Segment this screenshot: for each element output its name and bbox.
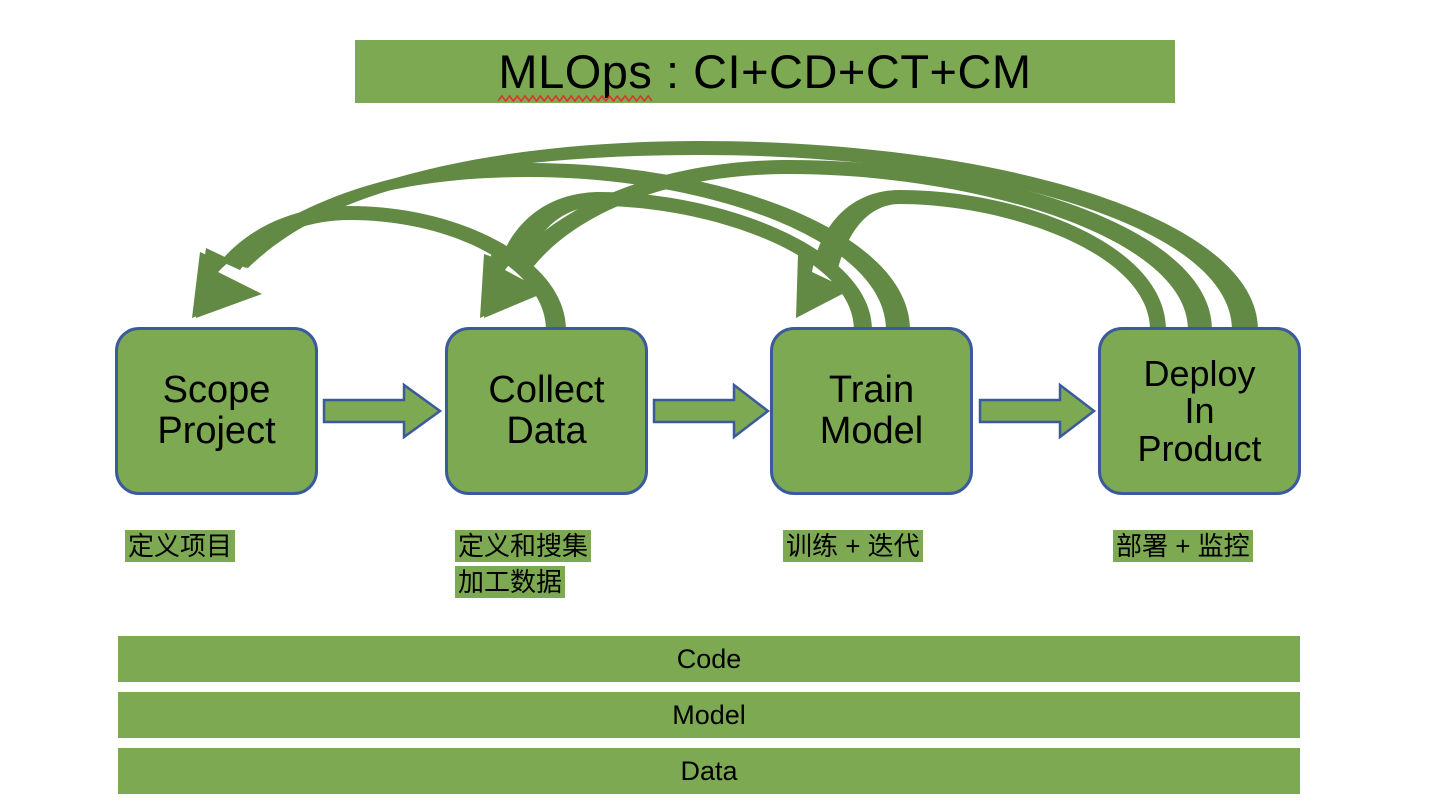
slide-canvas: MLOps : CI+CD+CT+CM Scope Project Collec…: [0, 0, 1440, 808]
flow-arrows-layer: [322, 382, 1097, 440]
flow-arrow-scope-to-collect: [322, 382, 443, 440]
flow-arrow-train-to-deploy: [978, 382, 1097, 440]
flow-arrow-collect-to-train: [652, 382, 771, 440]
